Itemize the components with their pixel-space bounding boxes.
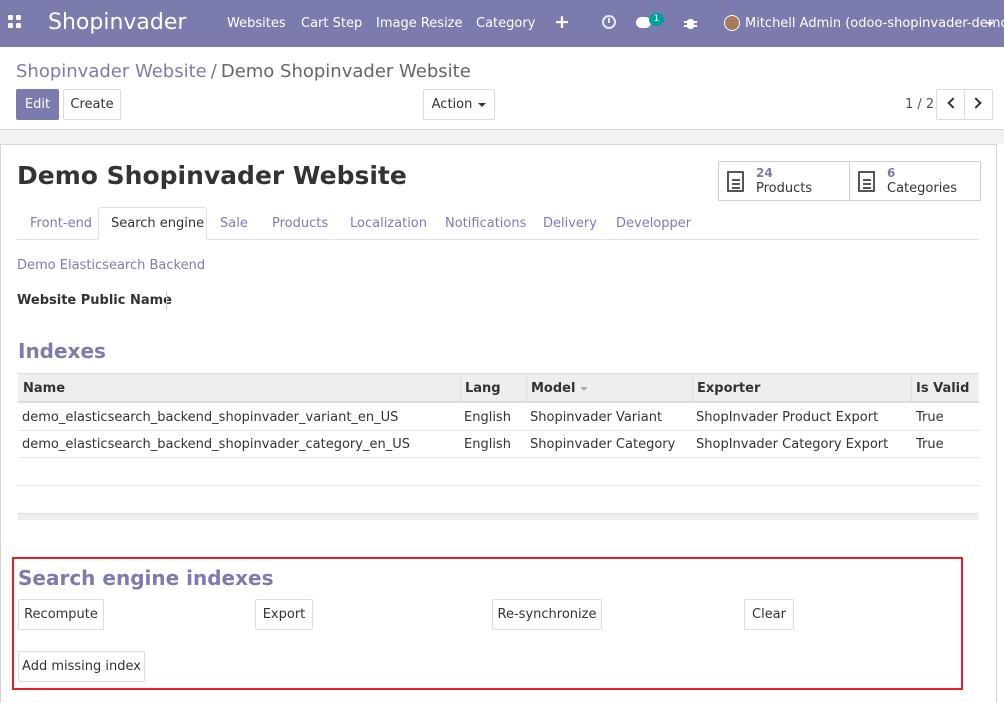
website-public-name-label: Website Public Name (17, 293, 172, 308)
tab-products[interactable]: Products (272, 216, 328, 231)
stat-label: Categories (887, 181, 958, 196)
apps-grid-icon[interactable] (8, 15, 24, 31)
breadcrumb-current: Demo Shopinvader Website (220, 61, 471, 82)
breadcrumb: Shopinvader Website / Demo Shopinvader Web… (16, 61, 471, 82)
column-divider (526, 374, 527, 402)
clear-button[interactable]: Clear (744, 599, 794, 630)
pager-previous-button[interactable] (936, 89, 965, 120)
cell-name: demo_elasticsearch_backend_shopinvader_c… (22, 437, 410, 452)
top-navbar: Shopinvader Websites Cart Step Image Res… (0, 0, 1004, 47)
column-divider (911, 374, 912, 402)
column-lang[interactable]: Lang (465, 381, 501, 396)
tab-delivery[interactable]: Delivery (543, 216, 597, 231)
tab-search-engine[interactable]: Search engine (98, 207, 207, 240)
export-button[interactable]: Export (255, 599, 313, 630)
stat-button-products[interactable]: 24 Products (718, 161, 850, 201)
edit-button[interactable]: Edit (16, 89, 59, 120)
cell-model: Shopinvader Category (530, 437, 676, 452)
indexes-table-footer (18, 513, 979, 520)
pager-value[interactable]: 1 / 2 (905, 97, 934, 112)
record-title: Demo Shopinvader Website (17, 161, 407, 190)
sort-caret-icon (580, 386, 589, 391)
tab-developper[interactable]: Developper (616, 216, 691, 231)
app-brand[interactable]: Shopinvader (48, 10, 186, 35)
cell-model: Shopinvader Variant (530, 410, 663, 425)
column-divider (460, 374, 461, 402)
column-model[interactable]: Model (531, 381, 589, 396)
menu-image-resize[interactable]: Image Resize (376, 16, 463, 31)
table-row-empty (18, 458, 979, 486)
bug-icon[interactable] (684, 17, 697, 30)
chevron-right-icon (970, 97, 982, 109)
user-menu[interactable]: Mitchell Admin (odoo-shopinvader-demo) (745, 16, 1004, 31)
chevron-left-icon (947, 97, 959, 109)
tab-label: Search engine (111, 216, 205, 231)
cell-lang: English (464, 410, 511, 425)
recompute-button[interactable]: Recompute (18, 599, 104, 630)
caret-down-icon (478, 102, 487, 107)
chat-count-badge: 1 (649, 13, 664, 26)
stat-label: Products (756, 181, 813, 196)
stat-count: 6 (887, 166, 896, 180)
table-row[interactable]: demo_elasticsearch_backend_shopinvader_v… (18, 404, 979, 431)
resynchronize-button[interactable]: Re-synchronize (492, 599, 602, 630)
tab-localization[interactable]: Localization (350, 216, 427, 231)
action-label: Action (431, 97, 473, 112)
clock-icon[interactable] (602, 15, 616, 29)
indexes-table-header: Name Lang Model Exporter Is Valid (18, 373, 979, 403)
menu-cart-step[interactable]: Cart Step (301, 16, 362, 31)
control-panel-divider (0, 129, 1004, 144)
plus-icon[interactable]: + (554, 11, 570, 33)
create-button[interactable]: Create (63, 89, 121, 120)
backend-link[interactable]: Demo Elasticsearch Backend (17, 258, 205, 273)
cell-lang: English (464, 437, 511, 452)
breadcrumb-separator: / (210, 61, 217, 82)
avatar[interactable] (724, 15, 740, 31)
column-model-label: Model (531, 381, 576, 396)
search-engine-indexes-title: Search engine indexes (18, 566, 274, 590)
stat-count: 24 (756, 166, 773, 180)
table-row[interactable]: demo_elasticsearch_backend_shopinvader_c… (18, 431, 979, 458)
action-dropdown[interactable]: Action (423, 89, 495, 120)
column-name[interactable]: Name (23, 381, 65, 396)
menu-category[interactable]: Category (476, 16, 535, 31)
cell-is-valid: True (916, 437, 944, 452)
document-icon (727, 171, 744, 192)
document-icon (858, 171, 875, 192)
cell-is-valid: True (916, 410, 944, 425)
caret-down-icon[interactable] (986, 22, 994, 26)
column-divider (692, 374, 693, 402)
add-missing-index-button[interactable]: Add missing index (18, 651, 145, 682)
tab-sale[interactable]: Sale (220, 216, 248, 231)
pager-next-button[interactable] (964, 89, 993, 120)
stat-button-categories[interactable]: 6 Categories (849, 161, 981, 201)
column-exporter[interactable]: Exporter (697, 381, 760, 396)
cell-exporter: ShopInvader Product Export (696, 410, 879, 425)
indexes-title: Indexes (18, 339, 106, 363)
tab-notifications[interactable]: Notifications (445, 216, 526, 231)
cell-name: demo_elasticsearch_backend_shopinvader_v… (22, 410, 399, 425)
tab-front-end[interactable]: Front-end (30, 216, 92, 231)
column-is-valid[interactable]: Is Valid (916, 381, 969, 396)
table-row-empty (18, 486, 979, 514)
breadcrumb-parent[interactable]: Shopinvader Website (16, 61, 207, 82)
field-value-empty (166, 291, 167, 310)
cell-exporter: ShopInvader Category Export (696, 437, 889, 452)
menu-websites[interactable]: Websites (227, 16, 286, 31)
